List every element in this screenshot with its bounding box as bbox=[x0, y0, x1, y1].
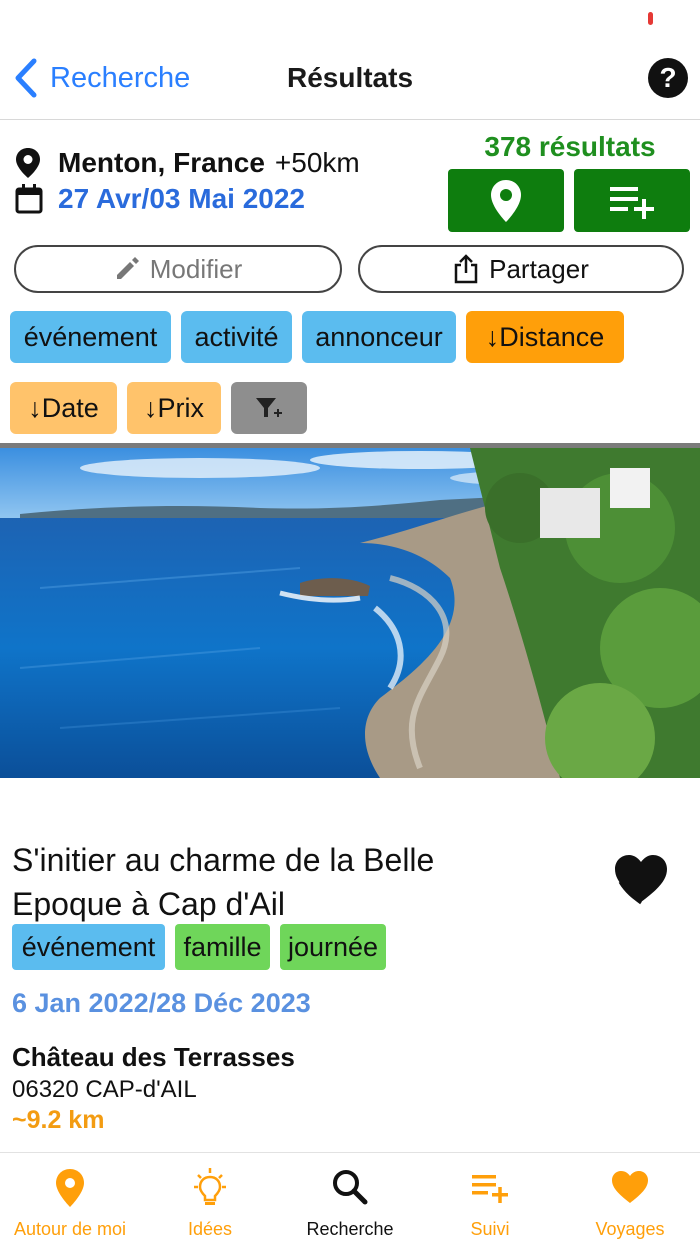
favorite-button[interactable] bbox=[612, 852, 670, 906]
search-icon bbox=[333, 1170, 368, 1205]
tab-bar: Autour de moi Idées Recherche Suivi Voya… bbox=[0, 1152, 700, 1244]
share-label: Partager bbox=[489, 253, 589, 284]
tab-recherche[interactable]: Recherche bbox=[280, 1153, 420, 1244]
filter-chip-annonceur[interactable]: annonceur bbox=[302, 311, 456, 363]
filter-plus-icon bbox=[256, 398, 282, 417]
share-button[interactable]: Partager bbox=[358, 245, 684, 293]
filter-chip-evenement[interactable]: événement bbox=[10, 311, 171, 363]
share-icon bbox=[454, 254, 478, 284]
tab-suivi[interactable]: Suivi bbox=[420, 1153, 560, 1244]
tab-label: Idées bbox=[187, 1219, 233, 1239]
heart-icon bbox=[612, 1171, 648, 1203]
result-count: 378 résultats bbox=[484, 131, 656, 162]
calendar-icon bbox=[15, 184, 43, 214]
event-distance: ~9.2 km bbox=[12, 1106, 105, 1134]
venue-address: 06320 CAP-d'AIL bbox=[12, 1076, 197, 1103]
page-title: Résultats bbox=[286, 62, 414, 93]
event-tag: événement bbox=[12, 924, 165, 970]
help-button[interactable]: ? bbox=[648, 58, 688, 98]
edit-search-button[interactable]: Modifier bbox=[14, 245, 342, 293]
tab-label: Suivi bbox=[470, 1219, 510, 1239]
pencil-icon bbox=[116, 257, 139, 279]
add-to-list-button[interactable] bbox=[574, 169, 690, 232]
navigation-bar: Recherche Résultats ? bbox=[0, 40, 700, 120]
tab-label: Voyages bbox=[595, 1219, 665, 1239]
list-add-icon bbox=[610, 186, 654, 219]
sort-distance-chip[interactable]: ↓Distance bbox=[466, 311, 624, 363]
sort-date-chip[interactable]: ↓Date bbox=[10, 382, 117, 434]
recording-indicator bbox=[648, 12, 653, 25]
list-add-icon bbox=[472, 1175, 508, 1203]
venue-name: Château des Terrasses bbox=[12, 1042, 295, 1072]
event-tag: journée bbox=[280, 924, 386, 970]
tab-idees[interactable]: Idées bbox=[140, 1153, 280, 1244]
location-row: Menton, France +50km bbox=[14, 147, 360, 179]
coastline-image bbox=[0, 448, 700, 778]
location-name: Menton, France bbox=[58, 147, 265, 178]
search-dates: 27 Avr/03 Mai 2022 bbox=[58, 183, 305, 214]
add-filter-button[interactable] bbox=[231, 382, 307, 434]
search-radius: +50km bbox=[274, 147, 360, 178]
heart-icon bbox=[615, 855, 667, 905]
event-tag: famille bbox=[175, 924, 270, 970]
date-row: 27 Avr/03 Mai 2022 bbox=[14, 183, 305, 215]
filter-chip-activite[interactable]: activité bbox=[181, 311, 292, 363]
tab-autour-de-moi[interactable]: Autour de moi bbox=[0, 1153, 140, 1244]
tab-label: Recherche bbox=[306, 1219, 394, 1239]
map-view-button[interactable] bbox=[448, 169, 564, 232]
search-summary: Menton, France +50km 27 Avr/03 Mai 2022 … bbox=[0, 121, 700, 443]
edit-label: Modifier bbox=[149, 253, 243, 284]
help-icon: ? bbox=[659, 62, 677, 93]
map-pin-icon bbox=[491, 179, 521, 222]
sort-price-chip[interactable]: ↓Prix bbox=[127, 382, 221, 434]
location-pin-icon bbox=[16, 148, 40, 178]
tab-voyages[interactable]: Voyages bbox=[560, 1153, 700, 1244]
event-dates: 6 Jan 2022/28 Déc 2023 bbox=[12, 988, 311, 1018]
lightbulb-icon bbox=[194, 1168, 226, 1205]
event-photo[interactable] bbox=[0, 448, 700, 778]
event-title[interactable]: S'initier au charme de la Belle Epoque à… bbox=[12, 838, 552, 926]
map-pin-icon bbox=[56, 1169, 84, 1207]
tab-label: Autour de moi bbox=[13, 1219, 127, 1239]
